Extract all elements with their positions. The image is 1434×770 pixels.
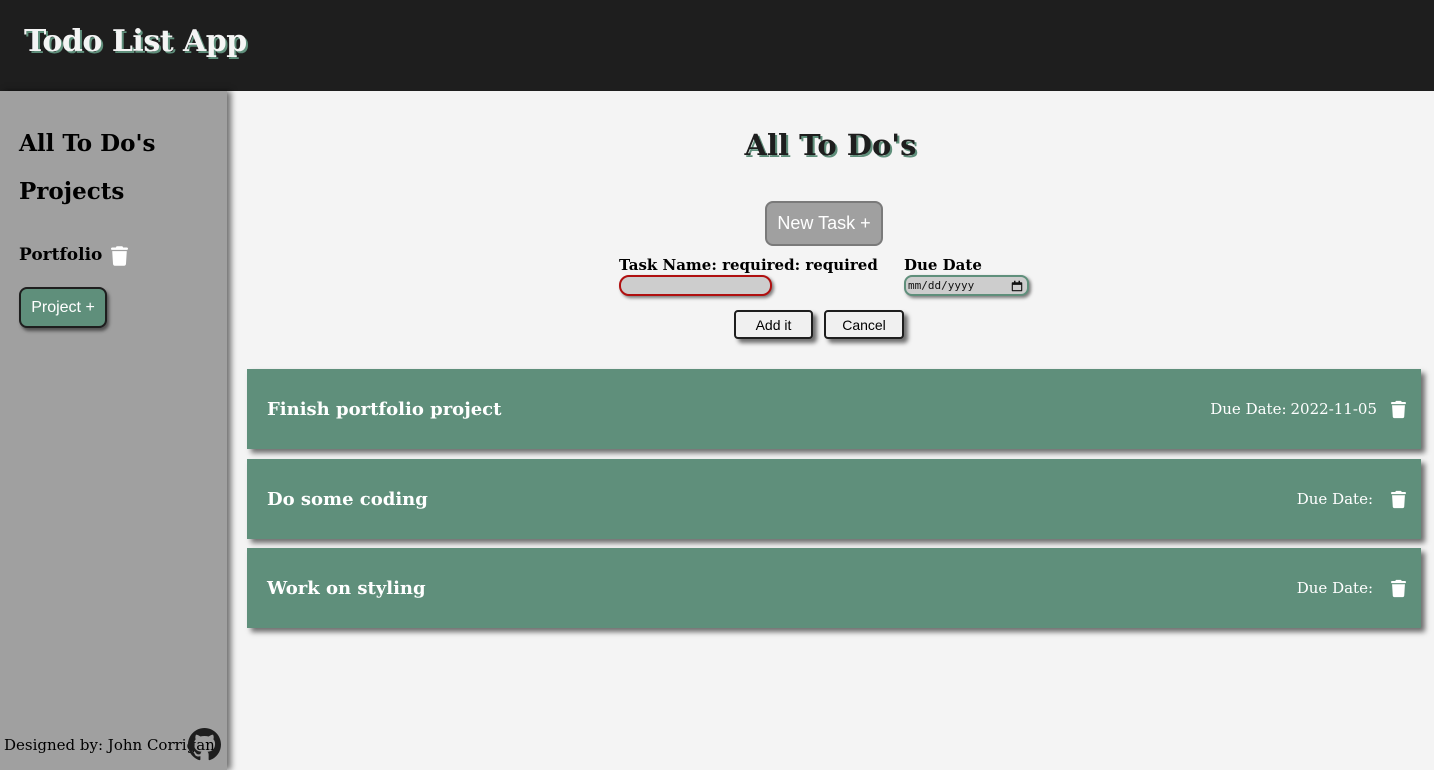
task-due-date: Due Date:	[1297, 548, 1377, 628]
due-date-caption: Due Date:	[1210, 400, 1287, 418]
task-name: Finish portfolio project	[267, 398, 502, 420]
trash-icon[interactable]	[1391, 400, 1406, 419]
due-date-label: Due Date	[904, 256, 982, 274]
due-date-placeholder: mm/dd/yyyy	[908, 279, 975, 292]
designer-credit: Designed by: John Corrigan	[4, 736, 215, 754]
header-bar: Todo List App	[0, 0, 1434, 91]
due-date-caption: Due Date:	[1296, 490, 1373, 508]
github-icon[interactable]	[188, 728, 221, 761]
due-date-caption: Due Date:	[1296, 579, 1373, 597]
app-title: Todo List App	[24, 24, 247, 59]
due-date-input[interactable]: mm/dd/yyyy	[904, 275, 1029, 296]
trash-icon[interactable]	[1391, 579, 1406, 598]
task-card[interactable]: Work on styling Due Date:	[247, 548, 1421, 628]
projects-heading: Projects	[19, 178, 125, 205]
add-project-button[interactable]: Project +	[19, 287, 107, 328]
add-task-button[interactable]: Add it	[734, 310, 813, 339]
task-due-date: Due Date:	[1297, 459, 1377, 539]
task-card[interactable]: Do some coding Due Date:	[247, 459, 1421, 539]
sidebar: All To Do's Projects Portfolio Project +…	[0, 91, 227, 770]
task-due-date: Due Date: 2022-11-05	[1210, 369, 1377, 449]
new-task-button[interactable]: New Task +	[765, 201, 883, 246]
sidebar-item-all-todos[interactable]: All To Do's	[19, 130, 155, 157]
task-card[interactable]: Finish portfolio project Due Date: 2022-…	[247, 369, 1421, 449]
sidebar-item-portfolio[interactable]: Portfolio	[19, 245, 102, 265]
page-title: All To Do's	[744, 128, 917, 162]
due-date-value: 2022-11-05	[1290, 400, 1377, 418]
task-name-label: Task Name: required: required	[619, 256, 878, 274]
task-name: Work on styling	[267, 577, 426, 599]
calendar-icon[interactable]	[1011, 280, 1023, 292]
trash-icon[interactable]	[111, 246, 128, 266]
task-name: Do some coding	[267, 488, 428, 510]
trash-icon[interactable]	[1391, 490, 1406, 509]
task-name-input[interactable]	[619, 275, 772, 296]
cancel-button[interactable]: Cancel	[824, 310, 904, 339]
